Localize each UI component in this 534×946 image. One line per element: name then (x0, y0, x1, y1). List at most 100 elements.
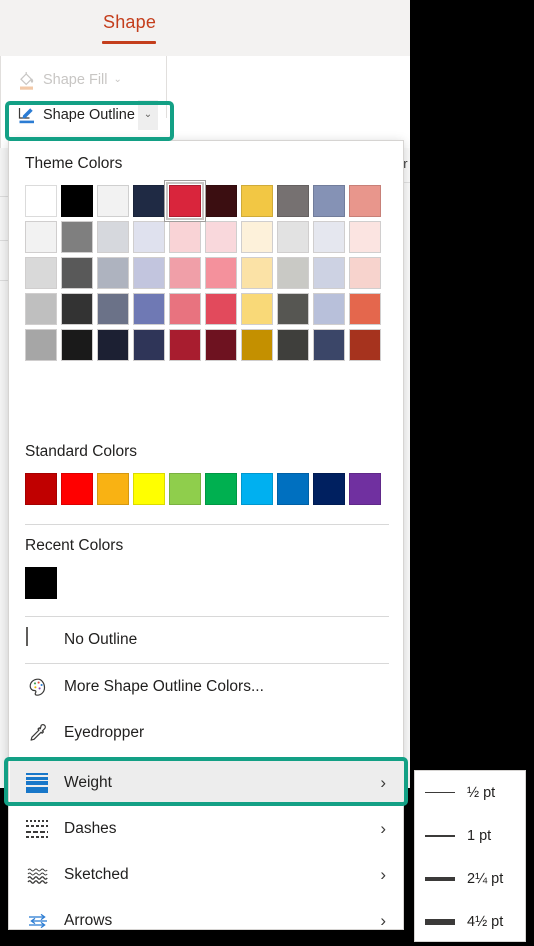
ribbon-tab-strip: Shape (0, 0, 410, 56)
theme-swatch[interactable] (61, 221, 93, 253)
theme-swatch[interactable] (25, 329, 57, 361)
fill-bucket-icon (18, 70, 37, 90)
theme-swatch[interactable] (169, 329, 201, 361)
theme-swatch[interactable] (61, 257, 93, 289)
menu-item-weight[interactable]: Weight › (10, 760, 404, 806)
theme-swatch[interactable] (97, 221, 129, 253)
standard-swatch[interactable] (97, 473, 129, 505)
theme-swatch[interactable] (277, 329, 309, 361)
theme-swatch[interactable] (133, 221, 165, 253)
weight-option[interactable]: 2¼ pt (415, 857, 527, 900)
menu-item-more-shape-outline-colors[interactable]: More Shape Outline Colors... (10, 664, 404, 710)
ribbon-command-group: Shape Fill ⌄ Shape Outline ⌄ (0, 56, 410, 148)
theme-swatch[interactable] (25, 221, 57, 253)
theme-swatch[interactable] (241, 257, 273, 289)
menu-item-dashes[interactable]: Dashes › (10, 806, 404, 852)
theme-swatch[interactable] (97, 329, 129, 361)
theme-swatch[interactable] (169, 221, 201, 253)
dashes-icon (26, 817, 50, 841)
theme-swatch[interactable] (241, 293, 273, 325)
weight-option-label: 2¼ pt (467, 870, 504, 887)
theme-swatch[interactable] (241, 185, 273, 217)
outline-pen-icon (18, 105, 37, 125)
theme-swatch[interactable] (205, 221, 237, 253)
menu-item-no-outline[interactable]: No Outline (10, 617, 404, 663)
theme-swatch[interactable] (61, 185, 93, 217)
theme-swatch[interactable] (313, 221, 345, 253)
weight-option[interactable]: 4½ pt (415, 900, 527, 943)
theme-swatch[interactable] (313, 329, 345, 361)
theme-swatch[interactable] (25, 293, 57, 325)
theme-swatch[interactable] (133, 329, 165, 361)
weight-preview-line (425, 834, 455, 837)
theme-swatch[interactable] (205, 185, 237, 217)
tab-shape[interactable]: Shape (103, 12, 156, 33)
standard-swatch[interactable] (205, 473, 237, 505)
menu-item-label: Sketched (64, 866, 129, 883)
weight-option-label: ½ pt (467, 784, 496, 801)
theme-colors-grid[interactable] (25, 180, 381, 361)
background-left-gutter (0, 148, 8, 788)
theme-colors-heading: Theme Colors (25, 155, 123, 172)
theme-swatch[interactable] (169, 257, 201, 289)
chevron-down-icon: ⌄ (113, 74, 122, 85)
weight-option-label: 1 pt (467, 827, 492, 844)
recent-colors-grid[interactable] (25, 567, 381, 599)
theme-swatch[interactable] (133, 293, 165, 325)
standard-swatch[interactable] (25, 473, 57, 505)
chevron-down-icon: ⌄ (143, 109, 153, 120)
theme-swatch[interactable] (61, 293, 93, 325)
standard-swatch[interactable] (349, 473, 381, 505)
theme-swatch[interactable] (205, 329, 237, 361)
shape-fill-button[interactable]: Shape Fill ⌄ (12, 65, 136, 95)
theme-swatch[interactable] (133, 185, 165, 217)
theme-swatch[interactable] (277, 221, 309, 253)
theme-swatch[interactable] (169, 293, 201, 325)
palette-icon (26, 675, 50, 699)
weight-option[interactable]: ½ pt (415, 771, 527, 814)
standard-swatch[interactable] (277, 473, 309, 505)
theme-swatch[interactable] (133, 257, 165, 289)
menu-item-label: Eyedropper (64, 724, 145, 741)
theme-swatch[interactable] (61, 329, 93, 361)
theme-swatch[interactable] (205, 257, 237, 289)
standard-colors-heading: Standard Colors (25, 443, 138, 460)
theme-swatch[interactable] (349, 257, 381, 289)
weight-preview-line (425, 876, 455, 881)
menu-item-arrows[interactable]: Arrows › (10, 898, 404, 944)
theme-swatch[interactable] (97, 185, 129, 217)
theme-swatch[interactable] (349, 221, 381, 253)
theme-swatch-selected[interactable] (164, 180, 206, 222)
weight-option[interactable]: 1 pt (415, 814, 527, 857)
recent-swatch[interactable] (25, 567, 57, 599)
theme-swatch[interactable] (313, 185, 345, 217)
standard-swatch[interactable] (313, 473, 345, 505)
theme-swatch[interactable] (97, 293, 129, 325)
standard-swatch[interactable] (61, 473, 93, 505)
theme-swatch[interactable] (277, 257, 309, 289)
arrows-icon (26, 909, 50, 933)
standard-swatch[interactable] (241, 473, 273, 505)
theme-swatch[interactable] (241, 329, 273, 361)
theme-swatch[interactable] (313, 257, 345, 289)
theme-swatch[interactable] (25, 185, 57, 217)
shape-outline-dropdown-toggle[interactable]: ⌄ (138, 100, 158, 130)
standard-colors-grid[interactable] (25, 473, 381, 505)
theme-swatch[interactable] (313, 293, 345, 325)
standard-swatch[interactable] (169, 473, 201, 505)
menu-item-eyedropper[interactable]: Eyedropper (10, 710, 404, 756)
shape-outline-label: Shape Outline (43, 107, 135, 123)
theme-swatch[interactable] (277, 185, 309, 217)
shape-outline-button[interactable]: Shape Outline ⌄ (12, 100, 158, 130)
theme-swatch[interactable] (241, 221, 273, 253)
theme-swatch[interactable] (25, 257, 57, 289)
theme-swatch[interactable] (97, 257, 129, 289)
theme-swatch[interactable] (349, 329, 381, 361)
theme-swatch[interactable] (277, 293, 309, 325)
section-divider (25, 524, 389, 525)
theme-swatch[interactable] (349, 293, 381, 325)
theme-swatch[interactable] (205, 293, 237, 325)
standard-swatch[interactable] (133, 473, 165, 505)
theme-swatch[interactable] (349, 185, 381, 217)
menu-item-sketched[interactable]: Sketched › (10, 852, 404, 898)
